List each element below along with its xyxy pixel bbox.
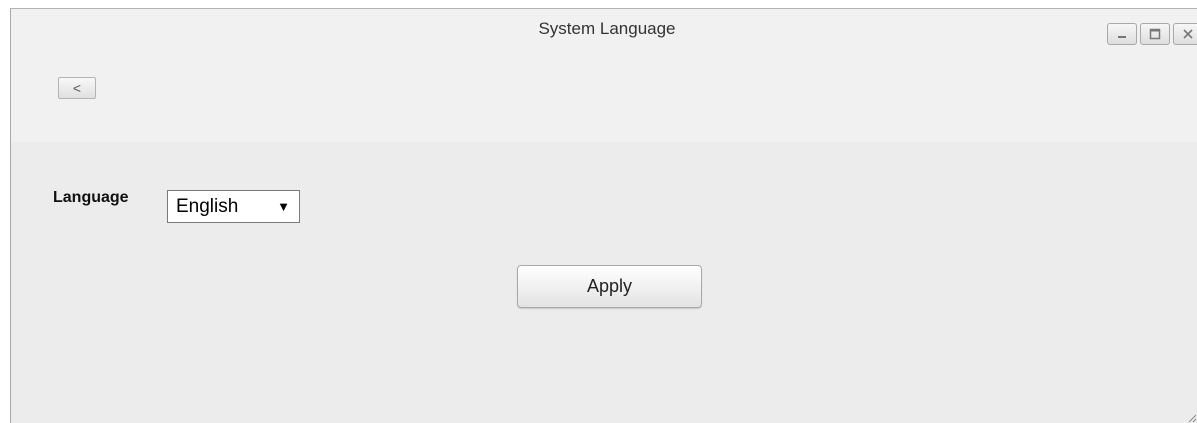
back-button[interactable]: < [58, 77, 96, 99]
language-select-value: English [176, 196, 277, 218]
maximize-icon [1149, 28, 1161, 40]
maximize-button[interactable] [1140, 23, 1170, 45]
resize-grip-icon[interactable] [1185, 411, 1197, 423]
window-controls [1107, 23, 1197, 45]
minimize-icon [1116, 29, 1128, 39]
close-button[interactable] [1173, 23, 1197, 45]
minimize-button[interactable] [1107, 23, 1137, 45]
language-label: Language [53, 189, 129, 207]
dropdown-arrow-icon: ▼ [277, 199, 290, 214]
window-title: System Language [11, 19, 1197, 39]
apply-button[interactable]: Apply [517, 265, 702, 308]
close-icon [1182, 28, 1194, 40]
system-language-window: System Language < Language English ▼ App… [10, 8, 1197, 423]
language-select[interactable]: English ▼ [167, 190, 300, 223]
